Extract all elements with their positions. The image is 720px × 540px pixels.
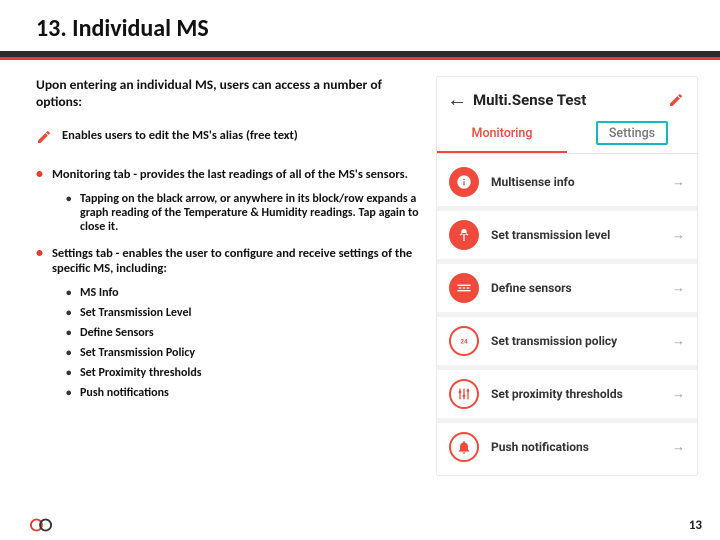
row-multisense-info[interactable]: Multisense info → <box>437 158 697 206</box>
tab-settings[interactable]: Settings <box>567 118 697 153</box>
row-push-label: Push notifications <box>479 440 672 454</box>
sliders-icon <box>449 379 479 409</box>
bullet-settings: Settings tab - enables the user to confi… <box>36 246 426 400</box>
bullet-monitoring-sub: Tapping on the black arrow, or anywhere … <box>66 192 426 234</box>
page-number: 13 <box>689 518 702 533</box>
highlight-box <box>596 121 668 145</box>
row-proximity-thresholds[interactable]: Set proximity thresholds → <box>437 370 697 418</box>
bell-icon <box>449 432 479 462</box>
slide-title: 13. Individual MS <box>36 14 720 43</box>
chevron-right-icon: → <box>672 439 685 455</box>
phone-title: Multi.Sense Test <box>465 91 665 109</box>
row-push-notifications[interactable]: Push notifications → <box>437 423 697 471</box>
bullet-settings-f: Push notifications <box>66 386 426 400</box>
chevron-right-icon: → <box>672 386 685 402</box>
sensors-icon <box>449 273 479 303</box>
brand-logo-icon <box>30 514 52 536</box>
row-sensors-label: Define sensors <box>479 281 672 295</box>
row-policy-label: Set transmission policy <box>479 334 672 348</box>
bullet-settings-text: Settings tab - enables the user to confi… <box>52 246 412 276</box>
chevron-right-icon: → <box>672 333 685 349</box>
back-icon[interactable]: ← <box>447 87 465 112</box>
phone-mock: ← Multi.Sense Test Monitoring Settings M… <box>436 76 698 476</box>
row-info-label: Multisense info <box>479 175 672 189</box>
bullet-settings-a: MS Info <box>66 286 426 300</box>
edit-pencil-icon[interactable] <box>665 89 687 111</box>
row-prox-label: Set proximity thresholds <box>479 387 672 401</box>
svg-text:24: 24 <box>461 339 468 346</box>
chevron-right-icon: → <box>672 174 685 190</box>
tab-monitoring[interactable]: Monitoring <box>437 118 567 153</box>
bullet-settings-c: Define Sensors <box>66 326 426 340</box>
antenna-icon <box>449 220 479 250</box>
bullet-settings-d: Set Transmission Policy <box>66 346 426 360</box>
row-define-sensors[interactable]: Define sensors → <box>437 264 697 312</box>
row-transmission-level[interactable]: Set transmission level → <box>437 211 697 259</box>
bullet-monitoring: Monitoring tab - provides the last readi… <box>36 167 426 234</box>
intro-text: Upon entering an individual MS, users ca… <box>36 76 426 110</box>
bullet-settings-e: Set Proximity thresholds <box>66 366 426 380</box>
row-level-label: Set transmission level <box>479 228 672 242</box>
bullet-settings-b: Set Transmission Level <box>66 306 426 320</box>
chevron-right-icon: → <box>672 227 685 243</box>
row-transmission-policy[interactable]: 24 Set transmission policy → <box>437 317 697 365</box>
info-icon <box>449 167 479 197</box>
bullet-monitoring-text: Monitoring tab - provides the last readi… <box>52 167 408 182</box>
pencil-desc: Enables users to edit the MS's alias (fr… <box>62 128 298 143</box>
pencil-icon <box>36 129 52 145</box>
chevron-right-icon: → <box>672 280 685 296</box>
clock-icon: 24 <box>449 326 479 356</box>
